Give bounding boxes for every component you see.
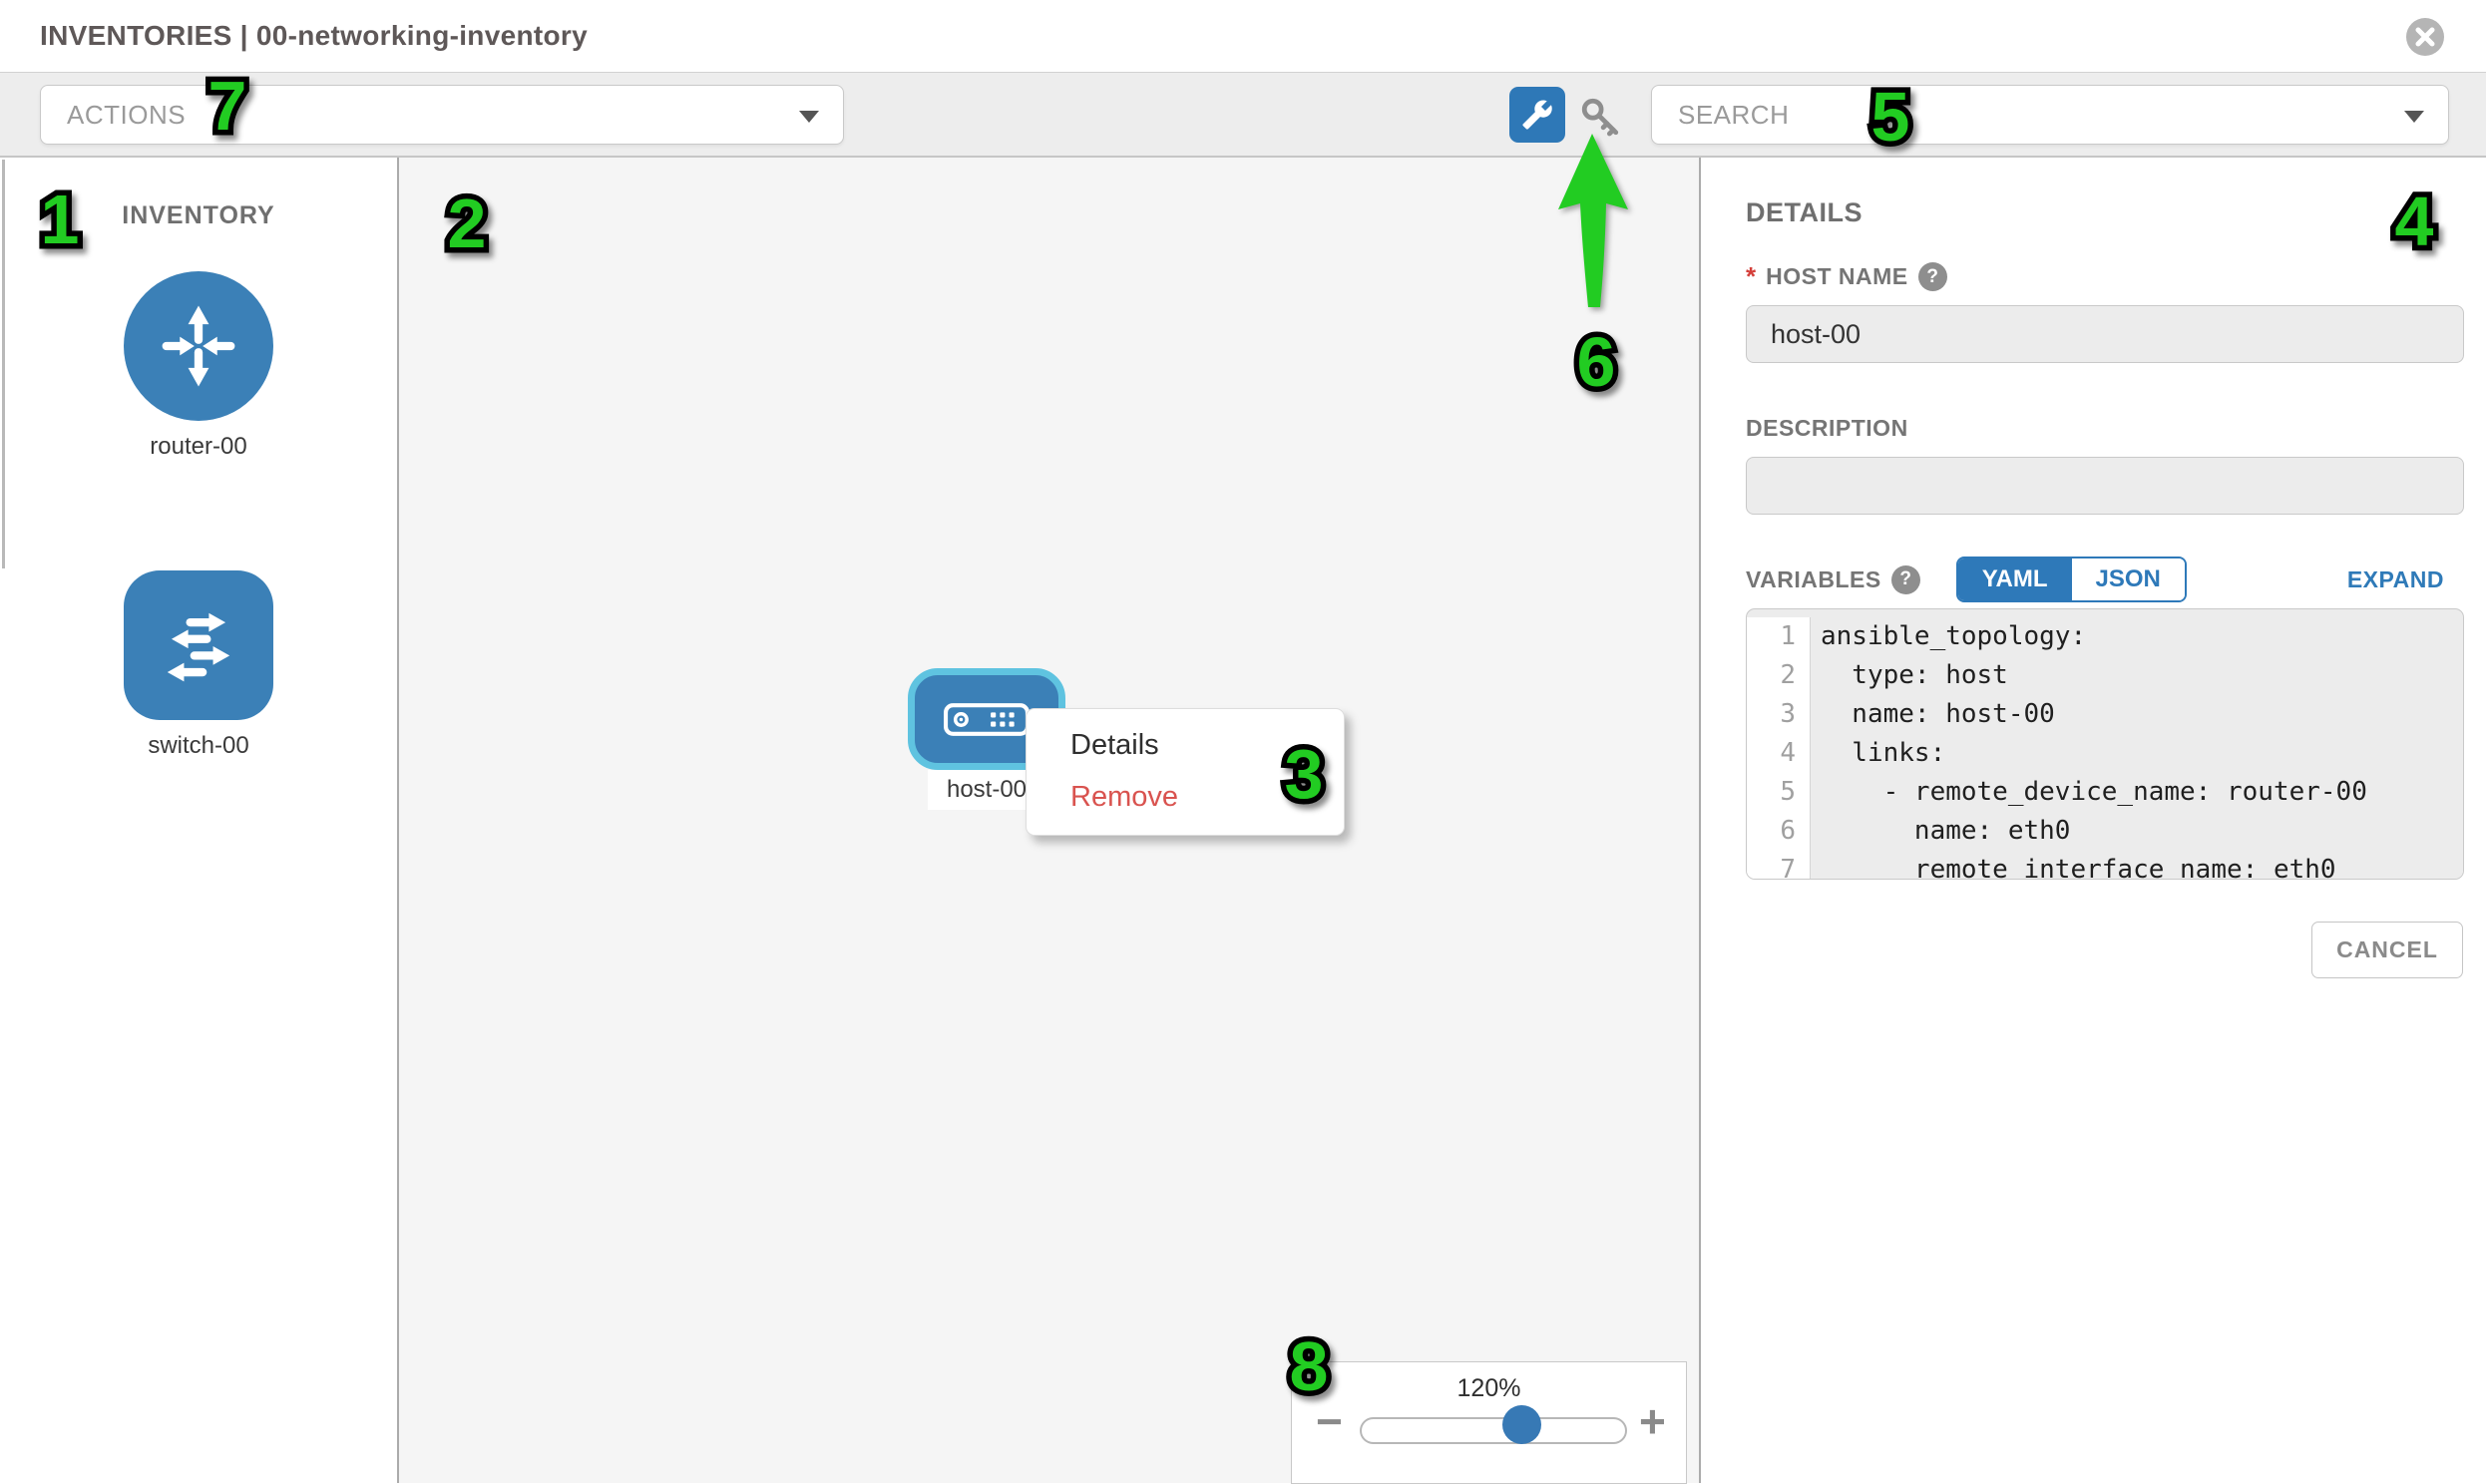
zoom-widget: 120% − + xyxy=(1291,1361,1687,1484)
palette-item-router[interactable]: router-00 xyxy=(0,271,397,461)
details-panel: DETAILS * HOST NAME ? DESCRIPTION VARIAB… xyxy=(1701,158,2486,1483)
chevron-down-icon xyxy=(799,111,819,123)
router-icon xyxy=(147,294,250,398)
router-shape xyxy=(124,271,273,421)
zoom-slider-knob[interactable] xyxy=(1502,1405,1541,1444)
palette-heading: INVENTORY xyxy=(0,201,397,230)
menu-item-details[interactable]: Details xyxy=(1027,719,1344,771)
switch-icon xyxy=(147,593,250,697)
zoom-out-button[interactable]: − xyxy=(1316,1398,1343,1444)
code-line: 4 links: xyxy=(1747,734,2463,773)
required-marker: * xyxy=(1746,261,1756,292)
zoom-in-button[interactable]: + xyxy=(1639,1398,1666,1444)
tab-yaml[interactable]: YAML xyxy=(1958,558,2072,600)
palette-item-label: switch-00 xyxy=(148,732,248,760)
host-server-icon xyxy=(944,703,1030,736)
close-button[interactable] xyxy=(2406,18,2444,56)
expand-link[interactable]: EXPAND xyxy=(2347,566,2444,593)
toolbar: ACTIONS SEARCH xyxy=(0,72,2486,158)
help-icon[interactable]: ? xyxy=(1891,565,1920,594)
configure-topology-button[interactable] xyxy=(1509,87,1565,143)
line-number: 4 xyxy=(1747,734,1811,773)
variables-format-toggle: YAML JSON xyxy=(1956,556,2187,602)
variables-row: VARIABLES ? YAML JSON EXPAND xyxy=(1746,556,2444,602)
menu-item-remove[interactable]: Remove xyxy=(1027,771,1344,823)
variables-code-editor[interactable]: 1 ansible_topology: 2 type: host 3 name:… xyxy=(1746,608,2464,880)
line-text: name: host-00 xyxy=(1811,695,2463,734)
description-label-row: DESCRIPTION xyxy=(1746,415,1908,442)
node-context-menu: Details Remove xyxy=(1026,708,1345,836)
line-number: 5 xyxy=(1747,773,1811,812)
zoom-level: 120% xyxy=(1292,1374,1686,1403)
chevron-down-icon xyxy=(2404,111,2424,123)
host-name-label: HOST NAME xyxy=(1766,263,1908,290)
line-text: links: xyxy=(1811,734,2463,773)
line-number: 2 xyxy=(1747,656,1811,695)
zoom-slider-track[interactable] xyxy=(1360,1417,1627,1444)
cancel-button[interactable]: CANCEL xyxy=(2311,922,2463,978)
search-dropdown[interactable]: SEARCH xyxy=(1651,85,2449,145)
description-input[interactable] xyxy=(1746,457,2464,515)
code-line: 7 remote_interface_name: eth0 xyxy=(1747,851,2463,880)
line-text: type: host xyxy=(1811,656,2463,695)
line-text: ansible_topology: xyxy=(1811,617,2463,656)
line-number: 6 xyxy=(1747,812,1811,851)
inventory-palette: INVENTORY router-00 xyxy=(0,158,399,1483)
palette-item-label: router-00 xyxy=(150,433,246,461)
actions-dropdown[interactable]: ACTIONS xyxy=(40,85,844,145)
page-title: INVENTORIES | 00-networking-inventory xyxy=(40,0,588,72)
code-line: 2 type: host xyxy=(1747,656,2463,695)
code-line: 1 ansible_topology: xyxy=(1747,617,2463,656)
code-line: 6 name: eth0 xyxy=(1747,812,2463,851)
key-credentials-button[interactable] xyxy=(1576,95,1624,139)
code-line: 3 name: host-00 xyxy=(1747,695,2463,734)
details-heading: DETAILS xyxy=(1746,197,1863,228)
actions-dropdown-placeholder: ACTIONS xyxy=(67,100,186,131)
search-placeholder: SEARCH xyxy=(1678,100,1789,131)
wrench-icon xyxy=(1521,99,1553,131)
line-number: 1 xyxy=(1747,617,1811,656)
variables-label: VARIABLES xyxy=(1746,566,1881,593)
palette-item-switch[interactable]: switch-00 xyxy=(0,570,397,760)
host-name-input[interactable] xyxy=(1746,305,2464,363)
code-line: 5 - remote_device_name: router-00 xyxy=(1747,773,2463,812)
close-icon xyxy=(2414,26,2436,48)
line-text: name: eth0 xyxy=(1811,812,2463,851)
tab-json[interactable]: JSON xyxy=(2072,558,2185,600)
line-number: 7 xyxy=(1747,851,1811,880)
topology-canvas[interactable]: host-00 Details Remove 120% − + xyxy=(399,158,1701,1483)
host-name-label-row: * HOST NAME ? xyxy=(1746,261,1947,292)
key-icon xyxy=(1577,95,1623,139)
line-number: 3 xyxy=(1747,695,1811,734)
description-label: DESCRIPTION xyxy=(1746,415,1908,442)
line-text: - remote_device_name: router-00 xyxy=(1811,773,2463,812)
switch-shape xyxy=(124,570,273,720)
line-text: remote_interface_name: eth0 xyxy=(1811,851,2463,880)
help-icon[interactable]: ? xyxy=(1918,262,1947,291)
app-header: INVENTORIES | 00-networking-inventory xyxy=(0,0,2486,72)
